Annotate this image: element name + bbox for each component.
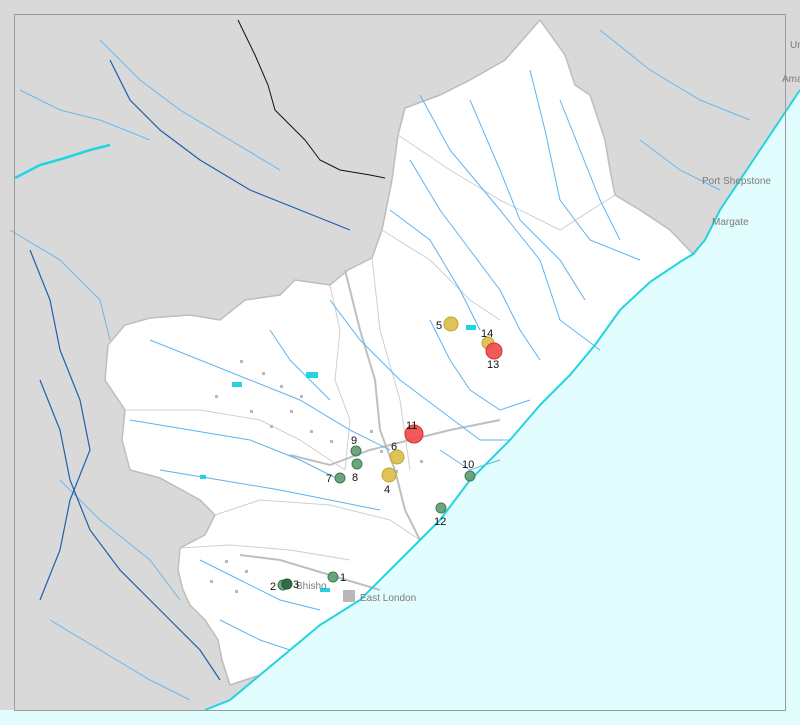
map-frame[interactable]: Port Shepstone Margate East London Bhish… (0, 0, 800, 725)
site-marker-8[interactable] (351, 458, 363, 470)
town-label-bhisho: Bhisho (296, 581, 327, 592)
town-label-amar: Amar (782, 74, 800, 85)
site-label-2: 2 (270, 581, 276, 593)
site-marker-7[interactable] (334, 472, 346, 484)
site-marker-12[interactable] (435, 502, 447, 514)
site-label-11: 11 (406, 420, 417, 432)
site-marker-4[interactable] (381, 467, 397, 483)
site-label-1: 1 (340, 572, 346, 584)
site-label-13: 13 (487, 359, 499, 371)
site-marker-1[interactable] (327, 571, 339, 583)
town-marker-east-london (343, 590, 355, 602)
site-label-8: 8 (352, 472, 358, 484)
site-label-12: 12 (434, 516, 446, 528)
site-label-7: 7 (326, 473, 332, 485)
site-label-4: 4 (384, 484, 390, 496)
town-label-um: Um (790, 40, 800, 51)
site-label-14: 14 (481, 328, 493, 340)
site-marker-5[interactable] (443, 316, 459, 332)
town-label-east-london: East London (360, 593, 416, 604)
site-marker-10[interactable] (464, 470, 476, 482)
site-label-3: 3 (293, 579, 299, 591)
town-label-port-shepstone: Port Shepstone (702, 176, 771, 187)
site-label-10: 10 (462, 459, 474, 471)
site-marker-13[interactable] (485, 342, 503, 360)
site-label-5: 5 (436, 320, 442, 332)
site-label-6: 6 (391, 441, 397, 453)
map-canvas[interactable]: Port Shepstone Margate East London Bhish… (0, 0, 800, 725)
site-marker-3[interactable] (281, 578, 293, 590)
town-label-margate: Margate (712, 217, 749, 228)
site-marker-9[interactable] (350, 445, 362, 457)
site-label-9: 9 (351, 435, 357, 447)
